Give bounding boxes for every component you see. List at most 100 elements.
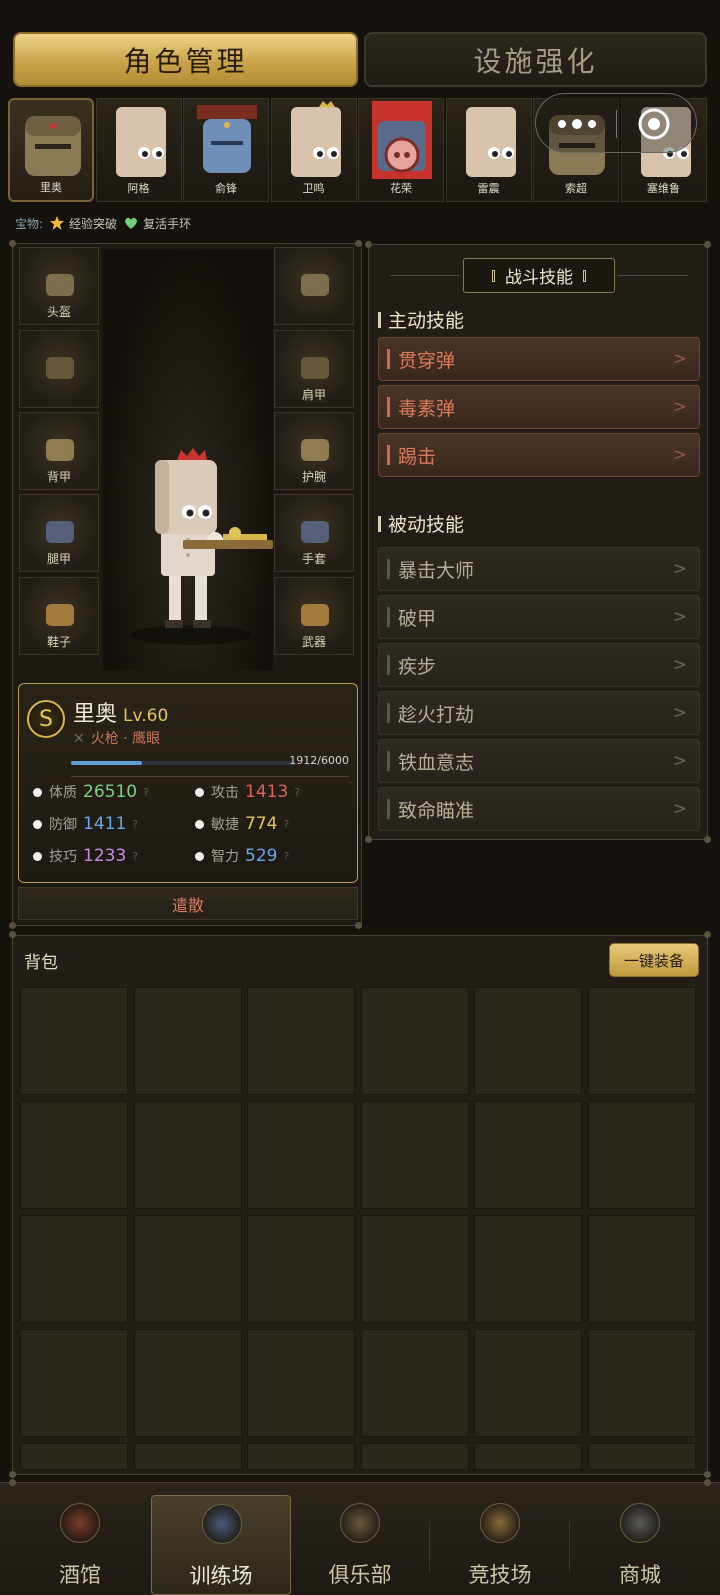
passive-skill-row[interactable]: 趁火打劫 > <box>378 691 700 735</box>
equipment-slot[interactable]: 背甲 <box>19 412 99 490</box>
skill-name: 疾步 <box>398 655 437 678</box>
stat-help-icon[interactable]: ? <box>283 850 289 863</box>
backpack-slot[interactable] <box>474 1329 583 1437</box>
dismiss-button[interactable]: 遣散 <box>18 887 358 920</box>
backpack-slot[interactable] <box>247 1101 356 1209</box>
backpack-slot[interactable] <box>360 1443 469 1470</box>
stat-name: 敏捷 <box>211 817 239 833</box>
backpack-slot[interactable] <box>133 1329 242 1437</box>
hero-name: 索超 <box>565 182 587 195</box>
heart-icon <box>125 217 137 229</box>
backpack-slot[interactable] <box>247 1443 356 1470</box>
chevron-right-icon: > <box>672 655 687 675</box>
nav-shop[interactable]: 商城 <box>570 1495 710 1595</box>
backpack-slot[interactable] <box>133 1215 242 1323</box>
active-skill-row[interactable]: 毒素弹 > <box>378 385 700 429</box>
passive-skill-row[interactable]: 暴击大师 > <box>378 547 700 591</box>
backpack-slot[interactable] <box>20 1101 128 1209</box>
passive-skill-row[interactable]: 破甲 > <box>378 595 700 639</box>
treasure-item[interactable]: 经验突破 <box>49 215 117 232</box>
backpack-slot[interactable] <box>360 987 469 1095</box>
close-miniprogram-icon[interactable] <box>636 106 672 142</box>
backpack-slot[interactable] <box>133 1443 242 1470</box>
backpack-slot[interactable] <box>474 1215 583 1323</box>
active-skill-row[interactable]: 贯穿弹 > <box>378 337 700 381</box>
equipment-slot[interactable] <box>274 247 354 325</box>
passive-skill-row[interactable]: 铁血意志 > <box>378 739 700 783</box>
stat-name: 体质 <box>49 785 77 801</box>
stat-help-icon[interactable]: ? <box>132 850 138 863</box>
nav-label: 俱乐部 <box>328 1563 392 1587</box>
backpack-slot[interactable] <box>474 987 583 1095</box>
equipment-slot[interactable] <box>19 330 99 408</box>
backpack-slot[interactable] <box>360 1101 469 1209</box>
backpack-slot[interactable] <box>588 987 696 1095</box>
passive-skills-title: 被动技能 <box>378 510 464 537</box>
equipment-slot-label: 鞋子 <box>46 635 71 649</box>
exp-bar-fill <box>71 761 143 765</box>
tab-character-management[interactable]: 角色管理 <box>13 32 358 87</box>
backpack-slot[interactable] <box>474 1443 583 1470</box>
backpack-slot[interactable] <box>588 1329 696 1437</box>
stat-help-icon[interactable]: ? <box>283 818 289 831</box>
equip-all-button[interactable]: 一键装备 <box>609 943 699 977</box>
backpack-slot[interactable] <box>588 1215 696 1323</box>
equipment-slot[interactable]: 鞋子 <box>19 577 99 655</box>
nav-training[interactable]: 训练场 <box>151 1495 291 1595</box>
equipment-slot[interactable]: 护腕 <box>274 412 354 490</box>
stat-item[interactable]: 技巧 1233? <box>33 846 138 866</box>
stat-value: 1233 <box>83 846 127 866</box>
stat-item[interactable]: 敏捷 774? <box>195 814 289 834</box>
stat-item[interactable]: 智力 529? <box>195 846 289 866</box>
hero-card[interactable]: 雷震 <box>445 98 532 202</box>
stat-help-icon[interactable]: ? <box>132 818 138 831</box>
equipment-item-icon <box>46 439 74 461</box>
passive-skill-row[interactable]: 疾步 > <box>378 643 700 687</box>
stat-item[interactable]: 防御 1411? <box>33 814 138 834</box>
equipment-item-icon <box>301 357 329 379</box>
backpack-slot[interactable] <box>20 1215 128 1323</box>
stat-help-icon[interactable]: ? <box>294 786 300 799</box>
hero-card[interactable]: 阿格 <box>95 98 182 202</box>
nav-club[interactable]: 俱乐部 <box>290 1495 430 1595</box>
backpack-slot[interactable] <box>247 1329 356 1437</box>
equipment-item-icon <box>46 357 74 379</box>
stat-item[interactable]: 攻击 1413? <box>195 782 300 802</box>
backpack-slot[interactable] <box>360 1215 469 1323</box>
equipment-slot[interactable]: 肩甲 <box>274 330 354 408</box>
active-skill-row[interactable]: 踢击 > <box>378 433 700 477</box>
skill-name: 破甲 <box>398 607 437 630</box>
backpack-slot[interactable] <box>588 1101 696 1209</box>
stat-value: 774 <box>245 814 278 834</box>
hero-card[interactable]: 花荣 <box>358 98 444 202</box>
backpack-slot[interactable] <box>133 1101 242 1209</box>
treasure-item[interactable]: 复活手环 <box>123 215 191 232</box>
backpack-slot[interactable] <box>247 1215 356 1323</box>
stat-help-icon[interactable]: ? <box>143 786 149 799</box>
hero-card[interactable]: 里奥 <box>8 98 94 202</box>
backpack-slot[interactable] <box>588 1443 696 1470</box>
equipment-slot[interactable]: 武器 <box>274 577 354 655</box>
backpack-slot[interactable] <box>20 1443 128 1470</box>
hero-card[interactable]: 俞锋 <box>183 98 269 202</box>
more-icon[interactable] <box>548 114 606 134</box>
backpack-slot[interactable] <box>133 987 242 1095</box>
equipment-slot[interactable]: 头盔 <box>19 247 99 325</box>
hero-card[interactable]: 卫鸣 <box>270 98 357 202</box>
nav-tavern[interactable]: 酒馆 <box>10 1495 150 1595</box>
stat-item[interactable]: 体质 26510? <box>33 782 149 802</box>
nav-arena[interactable]: 竞技场 <box>430 1495 570 1595</box>
passive-skill-row[interactable]: 致命瞄准 > <box>378 787 700 831</box>
tab-facility-upgrade[interactable]: 设施强化 <box>364 32 707 87</box>
backpack-slot[interactable] <box>20 1329 128 1437</box>
equipment-slot[interactable]: 腿甲 <box>19 494 99 572</box>
backpack-slot[interactable] <box>247 987 356 1095</box>
stat-bullet <box>33 787 42 797</box>
backpack-slot[interactable] <box>474 1101 583 1209</box>
chevron-right-icon: > <box>672 703 687 723</box>
skill-name: 铁血意志 <box>398 751 475 774</box>
equipment-slot[interactable]: 手套 <box>274 494 354 572</box>
backpack-slot[interactable] <box>360 1329 469 1437</box>
backpack-slot[interactable] <box>20 987 128 1095</box>
hero-name-level: 里奥 Lv.60 <box>73 696 168 728</box>
